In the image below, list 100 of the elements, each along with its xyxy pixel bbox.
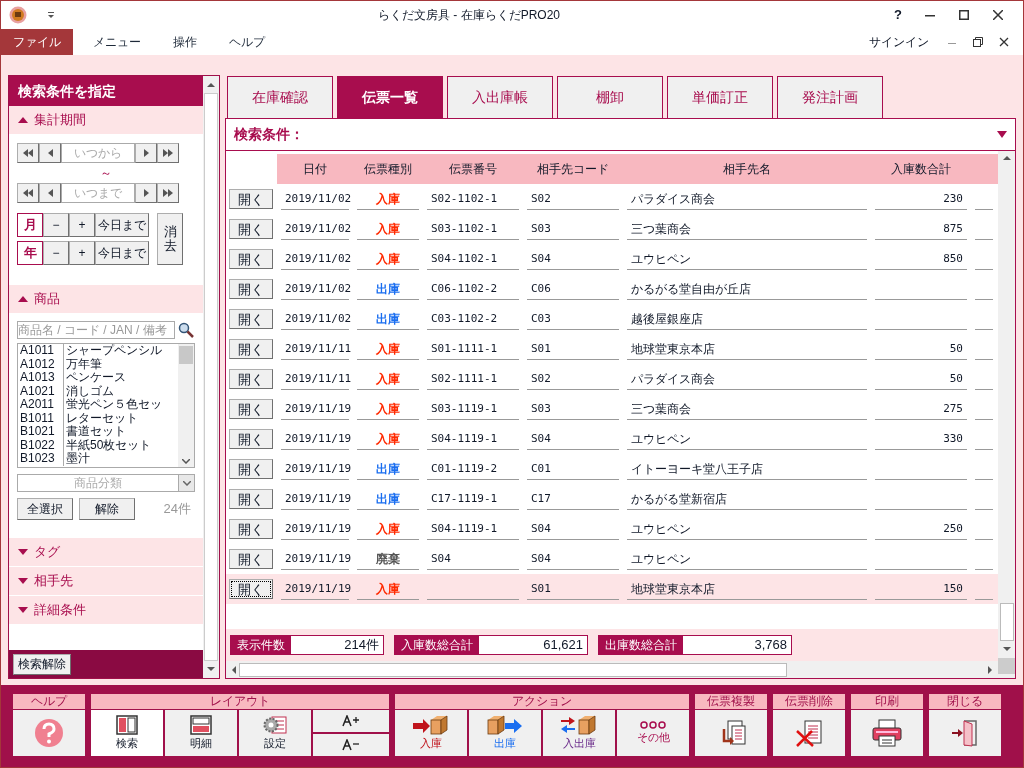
open-button[interactable]: 開く — [229, 339, 273, 359]
last-button[interactable] — [157, 143, 179, 163]
group-title: 伝票複製 — [695, 693, 767, 709]
open-button[interactable]: 開く — [229, 249, 273, 269]
section-header[interactable]: タグ — [9, 538, 204, 567]
toolbar-button[interactable] — [695, 709, 767, 756]
next-button[interactable] — [135, 143, 157, 163]
group-title: 閉じる — [929, 693, 1001, 709]
toolbar-button[interactable] — [13, 709, 85, 756]
tab[interactable]: 伝票一覧 — [337, 76, 443, 118]
table-cell: S04 — [531, 432, 551, 445]
open-button[interactable]: 開く — [229, 429, 273, 449]
today-button[interactable]: 今日まで — [95, 213, 149, 237]
product-code: A2011 — [18, 398, 64, 412]
open-button[interactable]: 開く — [229, 369, 273, 389]
left-triangle-icon — [46, 148, 54, 158]
tab[interactable]: 棚卸 — [557, 76, 663, 118]
toolbar-button[interactable]: その他 — [617, 709, 689, 756]
open-button[interactable]: 開く — [229, 549, 273, 569]
close-icon — [999, 37, 1009, 47]
product-name: 蛍光ペン５色セッ — [65, 398, 163, 412]
table-cell: 50 — [949, 372, 963, 385]
first-button[interactable] — [17, 183, 39, 203]
section-header[interactable]: 相手先 — [9, 567, 204, 596]
menu-item[interactable]: ファイル — [1, 29, 73, 55]
toolbar-button[interactable] — [773, 709, 845, 756]
next-button[interactable] — [135, 183, 157, 203]
group-title: レイアウト — [91, 693, 389, 709]
scrollbar-thumb[interactable] — [239, 662, 787, 677]
table-cell: C01 — [531, 462, 551, 475]
section-label: タグ — [34, 543, 60, 562]
plus-button[interactable]: + — [69, 241, 95, 265]
toolbar-button[interactable] — [929, 709, 1001, 756]
product-list[interactable]: A1011 シャープペンシル A1012 万年筆 A1013 ペンケース A1021 消しゴム A2011 蛍光ペン５色セッ B1011 レターセット B1021 書道セット B1022 半紙50枚セット B1023 墨汁 — [17, 343, 195, 468]
table-cell: S02-1111-1 — [431, 372, 498, 385]
plus-button[interactable]: + — [69, 213, 95, 237]
layout-panel-icon — [116, 715, 138, 735]
vertical-scrollbar[interactable] — [998, 151, 1015, 678]
tab[interactable]: 発注計画 — [777, 76, 883, 118]
table-cell: C03-1102-2 — [431, 312, 498, 325]
open-button[interactable]: 開く — [229, 279, 273, 299]
previous-button[interactable] — [39, 183, 61, 203]
open-button[interactable]: 開く — [229, 399, 273, 419]
toolbar-button[interactable]: 検索 — [91, 709, 163, 756]
scrollbar-thumb[interactable] — [999, 603, 1014, 641]
toolbar-button[interactable]: 明細 — [165, 709, 237, 756]
table-cell: 875 — [943, 222, 963, 235]
toolbar-button[interactable]: 入出庫 — [543, 709, 615, 756]
tab[interactable]: 入出庫帳 — [447, 76, 553, 118]
table-cell: 三つ葉商会 — [631, 222, 691, 236]
table-cell: C06-1102-2 — [431, 282, 498, 295]
open-button[interactable]: 開く — [229, 579, 273, 599]
open-button[interactable]: 開く — [229, 309, 273, 329]
section-header[interactable]: 集計期間 — [9, 106, 204, 135]
reset-search-button[interactable]: 検索解除 — [13, 653, 71, 675]
horizontal-scrollbar[interactable] — [226, 661, 998, 678]
open-button[interactable]: 開く — [229, 219, 273, 239]
decrease-font-button[interactable] — [313, 733, 389, 756]
group-title: 伝票削除 — [773, 693, 845, 709]
section-header[interactable]: 詳細条件 — [9, 596, 204, 625]
unit-label: 年 — [17, 241, 43, 265]
today-button[interactable]: 今日まで — [95, 241, 149, 265]
table-cell: 2019/11/11 — [285, 372, 352, 385]
minus-button[interactable]: − — [43, 241, 69, 265]
last-button[interactable] — [157, 183, 179, 203]
previous-button[interactable] — [39, 143, 61, 163]
select-all-button[interactable]: 全選択 — [17, 498, 73, 520]
open-button[interactable]: 開く — [229, 189, 273, 209]
signin-link[interactable]: サインイン — [869, 29, 929, 55]
toolbar-button[interactable]: 設定 — [239, 709, 311, 756]
section-header[interactable]: 商品 — [9, 285, 204, 314]
product-code: B1021 — [18, 425, 64, 439]
search-conditions-bar[interactable]: 検索条件： — [226, 119, 1015, 151]
menu-item[interactable]: 操作 — [161, 29, 209, 55]
help-button[interactable]: ? — [883, 5, 913, 25]
deselect-button[interactable]: 解除 — [79, 498, 135, 520]
first-button[interactable] — [17, 143, 39, 163]
open-button[interactable]: 開く — [229, 519, 273, 539]
toolbar-button[interactable] — [851, 709, 923, 756]
table-cell: 地球堂東京本店 — [631, 582, 715, 596]
tab[interactable]: 在庫確認 — [227, 76, 333, 118]
open-button[interactable]: 開く — [229, 459, 273, 479]
menu-item[interactable]: メニュー — [81, 29, 153, 55]
search-conditions-label: 検索条件： — [234, 125, 305, 144]
table-cell: 2019/11/02 — [285, 192, 352, 205]
minus-button[interactable]: − — [43, 213, 69, 237]
date-field[interactable]: いつまで — [61, 183, 135, 203]
scrollbar-thumb[interactable] — [179, 346, 193, 364]
open-button[interactable]: 開く — [229, 489, 273, 509]
clear-button[interactable]: 消去 — [157, 213, 183, 265]
product-name: シャープペンシル — [65, 344, 163, 358]
date-field[interactable]: いつから — [61, 143, 135, 163]
left-triangle-icon — [46, 188, 54, 198]
total-value: 214件 — [343, 636, 380, 654]
toolbar-button[interactable]: 入庫 — [395, 709, 467, 756]
tab[interactable]: 単価訂正 — [667, 76, 773, 118]
increase-font-button[interactable] — [313, 709, 389, 732]
menu-item[interactable]: ヘルプ — [217, 29, 277, 55]
toolbar-button[interactable]: 出庫 — [469, 709, 541, 756]
search-field[interactable]: 商品名 / コード / JAN / 備考 — [17, 321, 175, 339]
